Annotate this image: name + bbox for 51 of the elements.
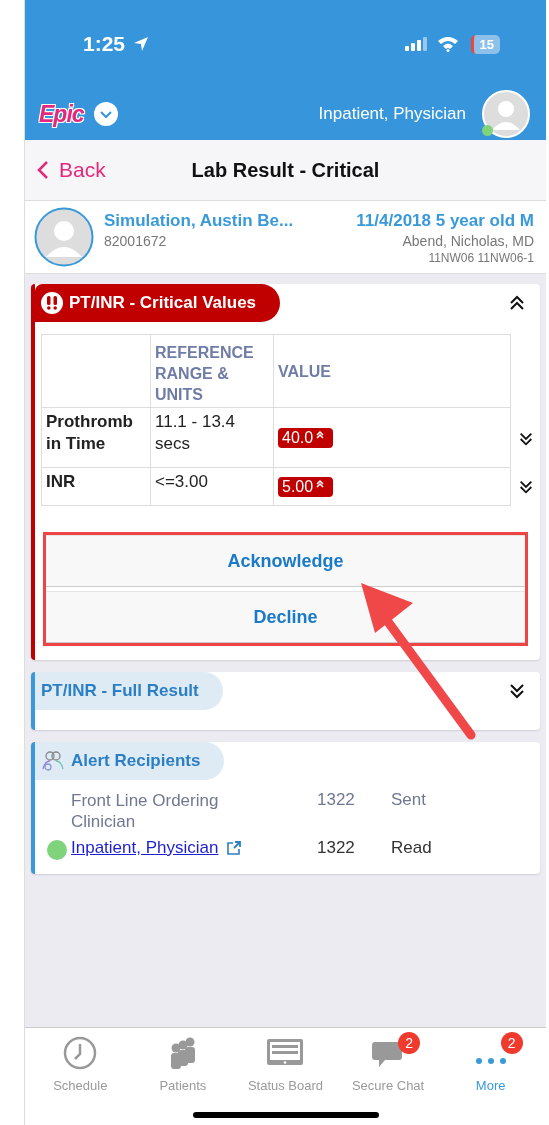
people-icon: [41, 750, 65, 772]
patient-location: 11NW06 11NW06-1: [428, 251, 534, 265]
signal-icon: [404, 37, 429, 51]
column-header: VALUE: [273, 334, 511, 408]
column-header: REFERENCE RANGE & UNITS: [150, 334, 274, 408]
more-dots-icon: [473, 1058, 508, 1064]
section-title: PT/INR - Full Result: [41, 681, 199, 701]
back-button[interactable]: Back: [25, 158, 106, 182]
chevron-icon: [37, 160, 49, 180]
battery-level: 15: [470, 34, 500, 54]
user-name: Inpatient, Physician: [318, 104, 466, 124]
screen-title: Lab Result - Critical: [191, 158, 380, 182]
dropdown-icon[interactable]: [93, 102, 118, 126]
clock-icon: [63, 1036, 98, 1070]
section-title: PT/INR - Critical Values: [69, 293, 257, 313]
value-badge: 5.00: [278, 476, 334, 497]
tab-bar-item[interactable]: Schedule: [53, 1036, 108, 1096]
table-cell: INR: [41, 467, 151, 506]
collapse-chevron-icon[interactable]: [508, 294, 526, 312]
section-title: Alert Recipients: [71, 751, 201, 771]
tab-bar-item[interactable]: Patients: [159, 1036, 207, 1096]
table-cell: Prothromb in Time: [41, 407, 151, 468]
section-header[interactable]: PT/INR - Full Result: [35, 672, 223, 710]
action-button[interactable]: Decline: [46, 591, 525, 643]
status-time: 1:25: [83, 32, 126, 56]
patient-name[interactable]: Simulation, Austin Be...: [104, 211, 294, 231]
recipient-status: Read: [391, 838, 432, 858]
notification-badge: 2: [500, 1032, 523, 1054]
tab-bar-item[interactable]: Status Board: [247, 1036, 324, 1096]
alert-icon: [41, 292, 63, 314]
recipient-code: 1322: [317, 838, 356, 858]
expand-chevron-icon[interactable]: [517, 430, 534, 447]
patient-info: 11/4/2018 5 year old M: [356, 211, 534, 231]
location-arrow-icon: [133, 36, 150, 52]
expand-chevron-icon[interactable]: [517, 479, 534, 495]
action-button[interactable]: Acknowledge: [46, 535, 525, 587]
table-cell: <=3.00: [150, 467, 274, 506]
user-avatar-icon[interactable]: [482, 90, 530, 138]
table-cell: 11.1 - 13.4 secs: [150, 407, 274, 468]
patient-mrn: 82001672: [104, 233, 168, 249]
expand-chevron-icon[interactable]: [508, 682, 526, 700]
recipient-group: Front Line Ordering Clinician: [71, 790, 271, 832]
wifi-icon: [436, 36, 459, 52]
recipient-code: 1322: [317, 790, 356, 810]
provider-name: Abend, Nicholas, MD: [402, 233, 534, 249]
external-link-icon[interactable]: [226, 840, 243, 856]
recipient-link[interactable]: Inpatient, Physician: [71, 838, 219, 858]
recipient-status: Sent: [391, 790, 426, 810]
patient-avatar-icon: [34, 207, 94, 267]
value-badge: 40.0: [278, 427, 334, 448]
notification-badge: 2: [398, 1032, 421, 1054]
